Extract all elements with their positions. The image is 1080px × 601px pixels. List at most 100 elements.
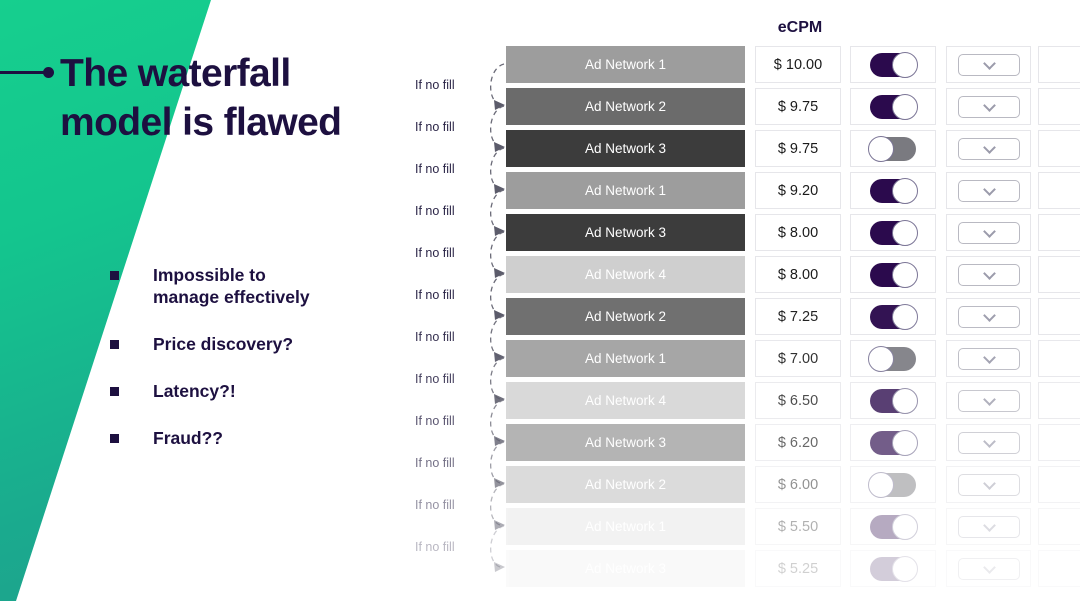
network-name-bar[interactable]: Ad Network 4 — [506, 382, 745, 419]
table-row[interactable]: Ad Network 1 $ 9.20 — [412, 172, 1080, 209]
toggle-cell — [850, 382, 936, 419]
accent-dot-icon — [43, 67, 54, 78]
toggle-knob — [892, 387, 918, 414]
ecpm-value: $ 6.20 — [777, 434, 819, 451]
bullet-list: Impossible to manage effectively Price dis… — [110, 264, 410, 474]
chevron-down-icon — [982, 350, 996, 364]
network-name-bar[interactable]: Ad Network 1 — [506, 340, 745, 377]
bullet-item: Latency?! — [110, 380, 410, 402]
toggle-knob — [892, 303, 918, 330]
network-enable-toggle[interactable] — [870, 429, 918, 456]
page-title-line: The waterfall — [60, 52, 291, 95]
table-row[interactable]: Ad Network 3 $ 8.00 — [412, 214, 1080, 251]
ecpm-cell: $ 8.00 — [755, 256, 841, 293]
network-name-bar[interactable]: Ad Network 2 — [506, 298, 745, 335]
network-name-bar[interactable]: Ad Network 1 — [506, 46, 745, 83]
table-row[interactable]: Ad Network 2 $ 7.25 — [412, 298, 1080, 335]
table-row[interactable]: Ad Network 3 $ 9.75 — [412, 130, 1080, 167]
toggle-cell — [850, 508, 936, 545]
network-name-bar[interactable]: Ad Network 1 — [506, 172, 745, 209]
network-enable-toggle[interactable] — [870, 555, 918, 582]
table-row[interactable]: Ad Network 2 $ 9.75 — [412, 88, 1080, 125]
dropdown-cell — [946, 550, 1031, 587]
bullet-square-icon — [110, 340, 119, 350]
network-name-bar[interactable]: Ad Network 3 — [506, 424, 745, 461]
table-row[interactable]: Ad Network 1 $ 5.50 — [412, 508, 1080, 545]
network-enable-toggle[interactable] — [868, 135, 916, 162]
network-enable-toggle[interactable] — [868, 471, 916, 498]
network-name-bar[interactable]: Ad Network 3 — [506, 130, 745, 167]
table-row[interactable]: Ad Network 1 $ 10.00 — [412, 46, 1080, 83]
ecpm-value: $ 6.50 — [777, 392, 819, 409]
dropdown-cell — [946, 172, 1031, 209]
toggle-cell — [850, 466, 936, 503]
table-row[interactable]: Ad Network 3 $ 5.25 — [412, 550, 1080, 587]
table-row[interactable]: Ad Network 1 $ 7.00 — [412, 340, 1080, 377]
chevron-down-icon — [982, 266, 996, 280]
toggle-cell — [850, 550, 936, 587]
bullet-label: Price discovery? — [153, 334, 294, 355]
network-select-dropdown[interactable] — [957, 557, 1020, 580]
network-select-dropdown[interactable] — [957, 473, 1020, 496]
chevron-down-icon — [982, 518, 996, 532]
ecpm-cell: $ 9.75 — [755, 88, 841, 125]
network-enable-toggle[interactable] — [870, 387, 918, 414]
table-row[interactable]: Ad Network 2 $ 6.00 — [412, 466, 1080, 503]
chevron-down-icon — [982, 560, 996, 574]
ecpm-cell: $ 10.00 — [755, 46, 841, 83]
network-enable-toggle[interactable] — [870, 513, 918, 540]
toggle-cell — [850, 172, 936, 209]
title-accent-marker — [0, 66, 58, 79]
network-select-dropdown[interactable] — [957, 305, 1020, 328]
ecpm-value: $ 9.75 — [777, 98, 819, 115]
bullet-label: Fraud?? — [153, 428, 223, 449]
network-select-dropdown[interactable] — [957, 431, 1020, 454]
ecpm-value: $ 8.00 — [777, 266, 819, 283]
network-select-dropdown[interactable] — [957, 179, 1020, 202]
network-name-bar[interactable]: Ad Network 2 — [506, 88, 745, 125]
toggle-cell — [850, 130, 936, 167]
ecpm-cell: $ 6.20 — [755, 424, 841, 461]
network-enable-toggle[interactable] — [868, 345, 916, 372]
dropdown-cell — [946, 256, 1031, 293]
table-row[interactable]: Ad Network 3 $ 6.20 — [412, 424, 1080, 461]
table-row[interactable]: Ad Network 4 $ 8.00 — [412, 256, 1080, 293]
toggle-knob — [868, 471, 894, 498]
ecpm-value: $ 8.00 — [777, 224, 819, 241]
network-name-bar[interactable]: Ad Network 4 — [506, 256, 745, 293]
network-select-dropdown[interactable] — [957, 221, 1020, 244]
network-enable-toggle[interactable] — [870, 93, 918, 120]
network-select-dropdown[interactable] — [957, 515, 1020, 538]
table-row[interactable]: Ad Network 4 $ 6.50 — [412, 382, 1080, 419]
bullet-label: Impossible to manage effectively — [153, 265, 310, 308]
network-select-dropdown[interactable] — [957, 389, 1020, 412]
chevron-down-icon — [982, 308, 996, 322]
network-select-dropdown[interactable] — [957, 137, 1020, 160]
network-select-dropdown[interactable] — [957, 347, 1020, 370]
toggle-knob — [892, 51, 918, 78]
network-name-bar[interactable]: Ad Network 3 — [506, 550, 745, 587]
network-select-dropdown[interactable] — [957, 53, 1020, 76]
network-name-bar[interactable]: Ad Network 3 — [506, 214, 745, 251]
ecpm-value: $ 7.25 — [777, 308, 819, 325]
toggle-cell — [850, 214, 936, 251]
network-enable-toggle[interactable] — [870, 219, 918, 246]
ecpm-cell: $ 7.25 — [755, 298, 841, 335]
dropdown-cell — [946, 340, 1031, 377]
toggle-knob — [892, 93, 918, 120]
network-enable-toggle[interactable] — [870, 177, 918, 204]
ecpm-column-header: eCPM — [777, 19, 823, 36]
bullet-square-icon — [110, 271, 119, 280]
extra-cell — [1038, 340, 1080, 377]
network-enable-toggle[interactable] — [870, 261, 918, 288]
network-select-dropdown[interactable] — [957, 95, 1020, 118]
network-enable-toggle[interactable] — [870, 51, 918, 78]
bullet-item: Fraud?? — [110, 427, 410, 449]
toggle-cell — [850, 424, 936, 461]
network-select-dropdown[interactable] — [957, 263, 1020, 286]
network-name-bar[interactable]: Ad Network 2 — [506, 466, 745, 503]
bullet-square-icon — [110, 387, 119, 397]
ecpm-value: $ 7.00 — [777, 350, 819, 367]
network-enable-toggle[interactable] — [870, 303, 918, 330]
network-name-bar[interactable]: Ad Network 1 — [506, 508, 745, 545]
